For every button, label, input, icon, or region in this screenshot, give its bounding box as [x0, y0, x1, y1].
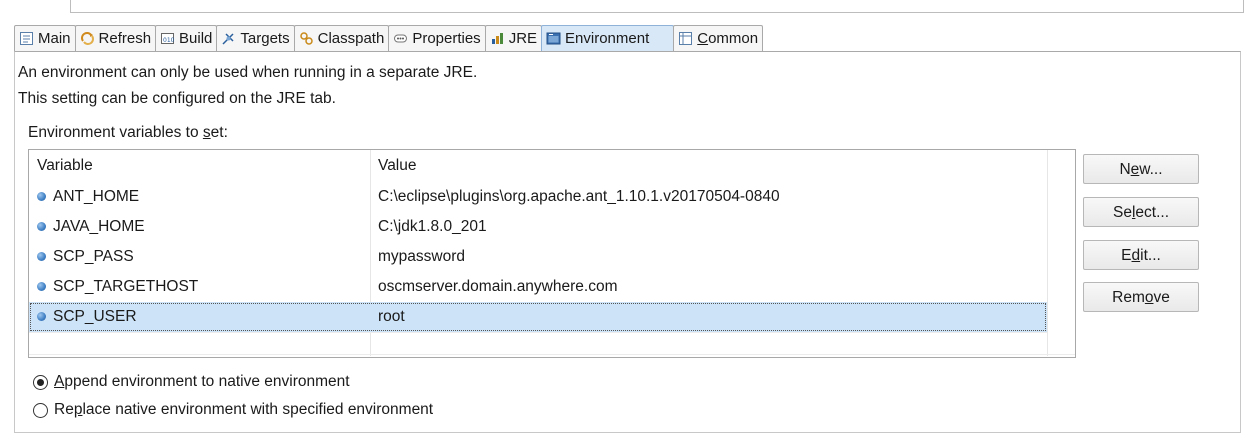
- jre-tab-icon: [490, 31, 505, 46]
- env-variables-table[interactable]: Variable Value ANT_HOME C:\eclipse\plugi…: [28, 149, 1076, 358]
- tab-main[interactable]: Main: [14, 25, 76, 51]
- radio-checked-icon[interactable]: [33, 374, 48, 390]
- variable-value: oscmserver.domain.anywhere.com: [378, 278, 618, 295]
- tab-build-label: Build: [179, 30, 213, 47]
- classpath-tab-icon: [299, 31, 314, 46]
- common-mnemonic: C: [697, 30, 709, 47]
- tab-properties-label: Properties: [412, 30, 481, 47]
- info-text-line-2: This setting can be configured on the JR…: [18, 90, 336, 107]
- column-header-variable[interactable]: Variable: [29, 150, 93, 182]
- tab-properties[interactable]: Properties: [388, 25, 486, 51]
- table-row[interactable]: SCP_TARGETHOST oscmserver.domain.anywher…: [29, 272, 1047, 302]
- replace-environment-label: Replace native environment with specifie…: [54, 401, 434, 418]
- tab-environment[interactable]: Environment: [541, 25, 675, 51]
- row-separator: [29, 332, 1047, 333]
- append-environment-radio[interactable]: Append environment to native environment: [33, 371, 350, 393]
- tab-build[interactable]: 010 Build: [155, 25, 218, 51]
- svg-text:010: 010: [163, 37, 175, 44]
- variable-bullet-icon: [37, 222, 46, 231]
- variable-value: root: [378, 308, 405, 325]
- variable-name: ANT_HOME: [53, 188, 140, 205]
- edit-button[interactable]: Edit...: [1083, 240, 1199, 270]
- row-separator: [29, 354, 1075, 355]
- variable-name: SCP_TARGETHOST: [53, 278, 199, 295]
- tab-jre-label: JRE: [508, 30, 538, 47]
- remove-button[interactable]: Remove: [1083, 282, 1199, 312]
- tab-refresh-label: Refresh: [98, 30, 152, 47]
- properties-tab-icon: [393, 31, 408, 46]
- table-row[interactable]: JAVA_HOME C:\jdk1.8.0_201: [29, 212, 1047, 242]
- info-text-line-1: An environment can only be used when run…: [18, 64, 478, 81]
- upper-field-edge: [70, 0, 1244, 13]
- column-header-value[interactable]: Value: [370, 150, 417, 182]
- env-variables-label: Environment variables to set:: [28, 124, 228, 141]
- environment-tab-icon: [546, 31, 561, 46]
- refresh-tab-icon: [80, 31, 95, 46]
- tab-jre[interactable]: JRE: [484, 25, 543, 51]
- variable-value: C:\jdk1.8.0_201: [378, 218, 487, 235]
- variable-bullet-icon: [37, 192, 46, 201]
- select-button[interactable]: Select...: [1083, 197, 1199, 227]
- variable-name: SCP_PASS: [53, 248, 134, 265]
- tab-common-label: Common: [697, 30, 759, 47]
- tab-environment-label: Environment: [565, 30, 650, 47]
- table-row[interactable]: SCP_PASS mypassword: [29, 242, 1047, 272]
- table-row[interactable]: ANT_HOME C:\eclipse\plugins\org.apache.a…: [29, 182, 1047, 212]
- table-header: Variable Value: [29, 150, 1075, 182]
- variable-value: C:\eclipse\plugins\org.apache.ant_1.10.1…: [378, 188, 780, 205]
- tab-classpath-label: Classpath: [317, 30, 385, 47]
- variable-name: JAVA_HOME: [53, 218, 145, 235]
- tab-refresh[interactable]: Refresh: [74, 25, 157, 51]
- replace-environment-radio[interactable]: Replace native environment with specifie…: [33, 399, 433, 421]
- variable-value: mypassword: [378, 248, 465, 265]
- new-button[interactable]: New...: [1083, 154, 1199, 184]
- radio-unchecked-icon[interactable]: [33, 402, 48, 418]
- targets-tab-icon: [221, 31, 236, 46]
- tab-targets[interactable]: Targets: [216, 25, 295, 51]
- launch-configuration-dialog: Main Refresh 010 Build Targets Classpath: [0, 0, 1253, 438]
- tab-bar: Main Refresh 010 Build Targets Classpath: [14, 25, 764, 51]
- common-tab-icon: [678, 31, 693, 46]
- variable-bullet-icon: [37, 252, 46, 261]
- table-row-selected[interactable]: SCP_USER root: [29, 302, 1047, 332]
- build-tab-icon: 010: [160, 31, 175, 46]
- tab-targets-label: Targets: [240, 30, 290, 47]
- variable-name: SCP_USER: [53, 308, 137, 325]
- variable-bullet-icon: [37, 312, 46, 321]
- tab-common[interactable]: Common: [673, 25, 764, 51]
- append-environment-label: Append environment to native environment: [54, 373, 350, 390]
- tab-main-label: Main: [38, 30, 71, 47]
- tab-classpath[interactable]: Classpath: [293, 25, 390, 51]
- variable-bullet-icon: [37, 282, 46, 291]
- main-tab-icon: [19, 31, 34, 46]
